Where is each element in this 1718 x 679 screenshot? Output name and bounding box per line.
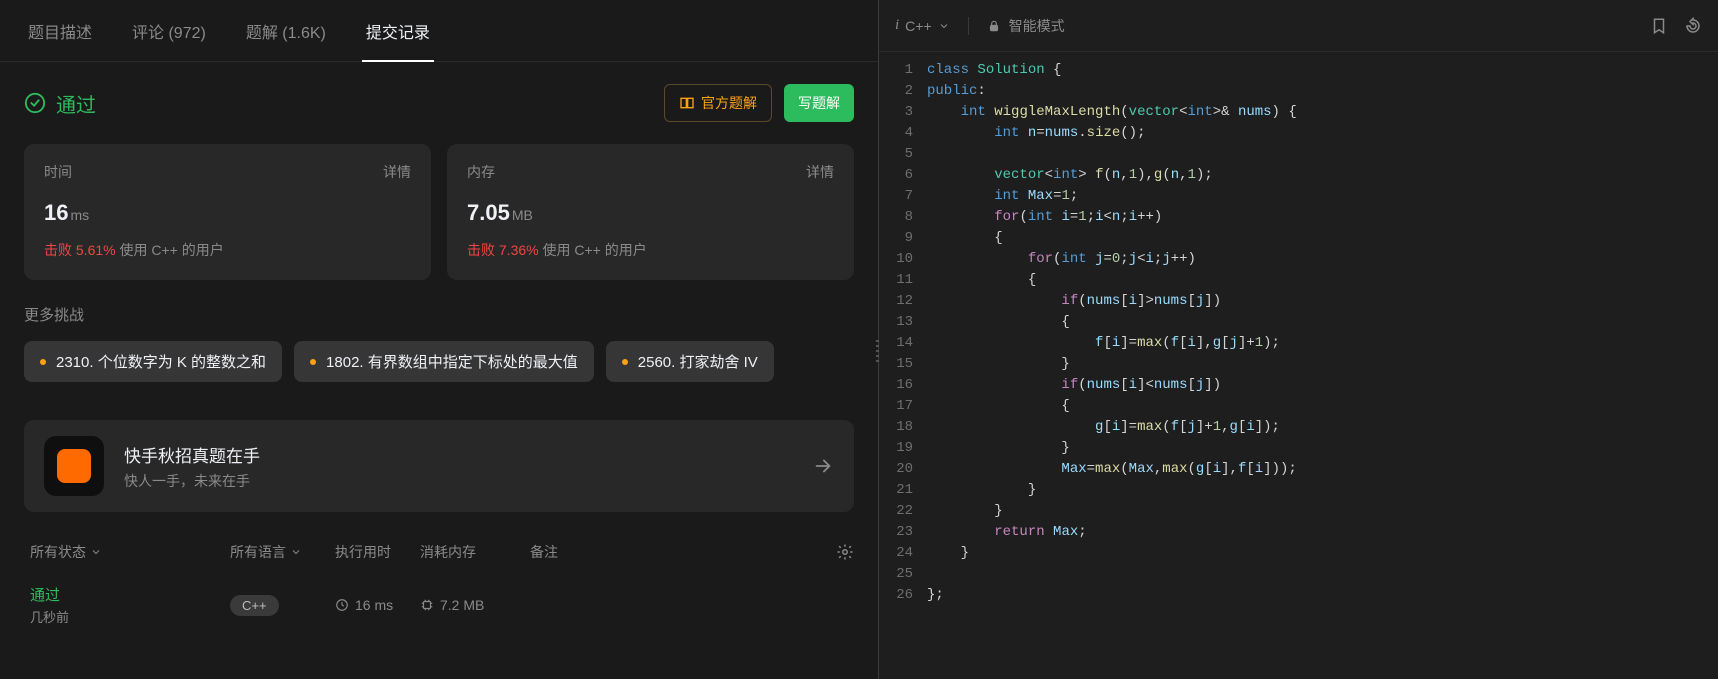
- tab-solutions[interactable]: 题解 (1.6K): [242, 1, 330, 61]
- filter-language[interactable]: 所有语言: [230, 542, 335, 562]
- chevron-down-icon: [90, 546, 102, 558]
- challenge-chip[interactable]: 1802. 有界数组中指定下标处的最大值: [294, 341, 594, 382]
- time-beat-suf: 使用 C++ 的用户: [119, 242, 223, 258]
- header-memory: 消耗内存: [420, 542, 530, 562]
- more-challenges: 更多挑战 2310. 个位数字为 K 的整数之和 1802. 有界数组中指定下标…: [0, 296, 878, 394]
- submissions-panel: 题目描述 评论 (972) 题解 (1.6K) 提交记录 通过 官方题解 写题解…: [0, 0, 879, 679]
- mem-unit: MB: [512, 207, 533, 223]
- promo-app-icon: [44, 436, 104, 496]
- mem-value: 7.05: [467, 200, 510, 225]
- status-row: 通过 官方题解 写题解: [0, 62, 878, 136]
- row-ago: 几秒前: [30, 607, 230, 626]
- row-lang-tag: C++: [230, 595, 279, 616]
- row-time: 16 ms: [355, 597, 393, 613]
- mem-beat-pct: 7.36%: [499, 242, 539, 258]
- code-area[interactable]: class Solution { public: int wiggleMaxLe…: [927, 60, 1718, 679]
- challenge-chip[interactable]: 2310. 个位数字为 K 的整数之和: [24, 341, 282, 382]
- header-note: 备注: [530, 542, 824, 562]
- difficulty-dot-icon: [310, 359, 316, 365]
- tab-description[interactable]: 题目描述: [24, 1, 96, 61]
- mode-label: 智能模式: [1009, 16, 1065, 36]
- chevron-down-icon: [938, 20, 950, 32]
- clock-icon: [335, 598, 349, 612]
- time-card: 时间 详情 16ms 击败 5.61% 使用 C++ 的用户: [24, 144, 431, 280]
- table-settings[interactable]: [824, 543, 854, 561]
- challenge-chip[interactable]: 2560. 打家劫舍 IV: [606, 341, 774, 382]
- reset-icon[interactable]: [1684, 17, 1702, 35]
- chip-icon: [420, 598, 434, 612]
- arrow-right-icon: [812, 455, 834, 477]
- header-runtime: 执行用时: [335, 542, 420, 562]
- promo-card[interactable]: 快手秋招真题在手 快人一手，未来在手: [24, 420, 854, 512]
- language-label: C++: [905, 18, 931, 34]
- time-detail-link[interactable]: 详情: [383, 162, 411, 182]
- mem-detail-link[interactable]: 详情: [806, 162, 834, 182]
- book-icon: [679, 95, 695, 111]
- official-solution-label: 官方题解: [701, 93, 757, 113]
- promo-title: 快手秋招真题在手: [124, 442, 792, 467]
- promo-subtitle: 快人一手，未来在手: [124, 471, 792, 491]
- bookmark-icon[interactable]: [1650, 17, 1668, 35]
- time-label: 时间: [44, 162, 72, 182]
- time-unit: ms: [70, 207, 89, 223]
- write-solution-button[interactable]: 写题解: [784, 84, 854, 122]
- difficulty-dot-icon: [622, 359, 628, 365]
- mem-card: 内存 详情 7.05MB 击败 7.36% 使用 C++ 的用户: [447, 144, 854, 280]
- tab-submissions[interactable]: 提交记录: [362, 1, 434, 61]
- gear-icon: [836, 543, 854, 561]
- italic-i-icon: i: [895, 17, 899, 34]
- code-editor-panel: i C++ 智能模式 12345678910111213141516171819…: [879, 0, 1718, 679]
- time-value: 16: [44, 200, 68, 225]
- line-gutter: 1234567891011121314151617181920212223242…: [879, 60, 927, 679]
- challenge-label: 1802. 有界数组中指定下标处的最大值: [326, 351, 578, 372]
- filter-status[interactable]: 所有状态: [30, 542, 230, 562]
- time-beat-pre: 击败: [44, 242, 72, 258]
- submissions-table-head: 所有状态 所有语言 执行用时 消耗内存 备注: [0, 528, 878, 572]
- more-title: 更多挑战: [24, 304, 854, 325]
- submission-row[interactable]: 通过 几秒前 C++ 16 ms 7.2 MB: [0, 572, 878, 638]
- lock-icon: [987, 19, 1001, 33]
- official-solution-button[interactable]: 官方题解: [664, 84, 772, 122]
- smart-mode[interactable]: 智能模式: [987, 16, 1065, 36]
- difficulty-dot-icon: [40, 359, 46, 365]
- editor-toolbar: i C++ 智能模式: [879, 0, 1718, 52]
- chevron-down-icon: [290, 546, 302, 558]
- challenge-label: 2560. 打家劫舍 IV: [638, 351, 758, 372]
- status-label: 通过: [56, 89, 96, 118]
- status-accepted: 通过: [24, 89, 96, 118]
- row-mem: 7.2 MB: [440, 597, 484, 613]
- check-circle-icon: [24, 92, 46, 114]
- row-status: 通过: [30, 584, 230, 605]
- language-select[interactable]: i C++: [895, 17, 950, 34]
- panel-resize-handle[interactable]: [876, 340, 879, 362]
- tab-comments[interactable]: 评论 (972): [128, 1, 210, 61]
- divider: [968, 17, 969, 35]
- time-beat-pct: 5.61%: [76, 242, 116, 258]
- mem-label: 内存: [467, 162, 495, 182]
- mem-beat-pre: 击败: [467, 242, 495, 258]
- tab-bar: 题目描述 评论 (972) 题解 (1.6K) 提交记录: [0, 0, 878, 62]
- code-editor[interactable]: 1234567891011121314151617181920212223242…: [879, 52, 1718, 679]
- challenge-label: 2310. 个位数字为 K 的整数之和: [56, 351, 266, 372]
- stats-cards: 时间 详情 16ms 击败 5.61% 使用 C++ 的用户 内存 详情 7.0…: [0, 136, 878, 296]
- mem-beat-suf: 使用 C++ 的用户: [542, 242, 646, 258]
